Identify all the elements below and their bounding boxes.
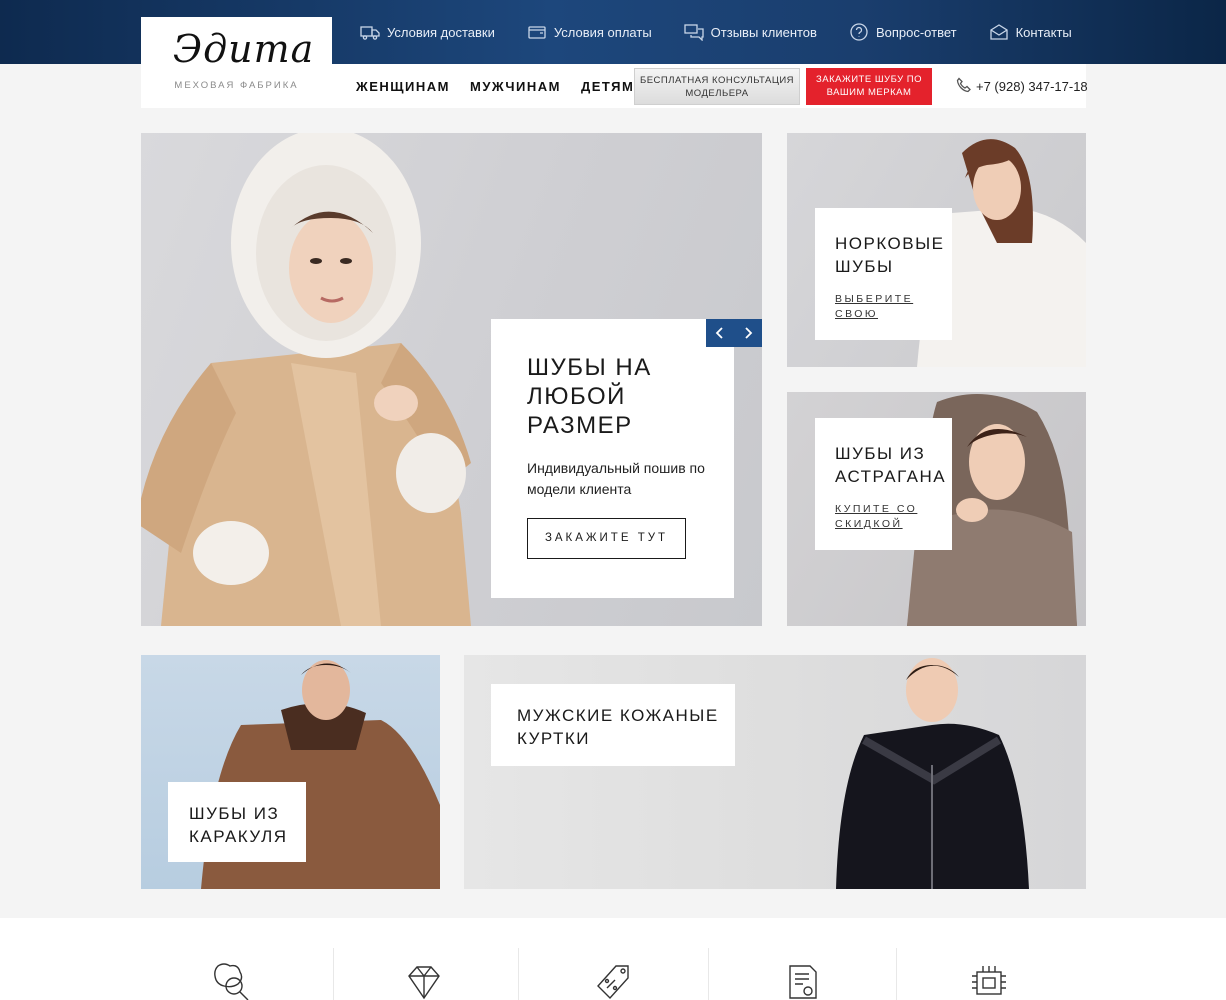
phone-number[interactable]: +7 (928) 347-17-18 xyxy=(956,64,1088,108)
payment-link-label: Условия оплаты xyxy=(553,24,652,40)
hero-title: ШУБЫ НА ЛЮБОЙ РАЗМЕР xyxy=(527,354,652,439)
nav-men[interactable]: МУЖЧИНАМ xyxy=(470,79,561,94)
divider xyxy=(518,948,519,1000)
chevron-left-icon xyxy=(715,327,723,339)
contacts-link[interactable]: Контакты xyxy=(989,22,1072,42)
chevron-right-icon xyxy=(745,327,753,339)
divider xyxy=(708,948,709,1000)
next-slide-button[interactable] xyxy=(734,319,762,347)
mink-coats-tile[interactable]: НОРКОВЫЕ ШУБЫ ВЫБЕРИТЕ СВОЮ xyxy=(787,133,1086,367)
hero-subtitle: Индивидуальный пошив по модели клиента xyxy=(527,460,705,497)
karakul-coats-tile[interactable]: ШУБЫ ИЗ КАРАКУЛЯ xyxy=(141,655,440,889)
faq-link[interactable]: Вопрос-ответ xyxy=(849,22,957,42)
mens-jackets-card: МУЖСКИЕ КОЖАНЫЕ КУРТКИ xyxy=(491,684,735,766)
astrakhan-link[interactable]: КУПИТЕ СО СКИДКОЙ xyxy=(835,502,952,532)
truck-icon xyxy=(360,22,380,42)
phone-icon xyxy=(956,77,976,96)
slider-arrows xyxy=(706,319,762,347)
nav-women[interactable]: ЖЕНЩИНАМ xyxy=(356,79,450,94)
hero-order-button[interactable]: ЗАКАЖИТЕ ТУТ xyxy=(527,518,686,559)
mink-link[interactable]: ВЫБЕРИТЕ СВОЮ xyxy=(835,292,952,322)
wallet-icon xyxy=(527,22,547,42)
reviews-link-label: Отзывы клиентов xyxy=(710,24,817,40)
mens-jackets-title: МУЖСКИЕ КОЖАНЫЕ КУРТКИ xyxy=(517,706,719,748)
delivery-link[interactable]: Условия доставки xyxy=(360,22,495,42)
hero-banner[interactable]: ШУБЫ НА ЛЮБОЙ РАЗМЕР Индивидуальный поши… xyxy=(141,133,762,626)
topbar-links: Условия доставки Условия оплаты Отзывы к… xyxy=(360,0,1104,64)
hero-card: ШУБЫ НА ЛЮБОЙ РАЗМЕР Индивидуальный поши… xyxy=(491,319,734,598)
payment-link[interactable]: Условия оплаты xyxy=(527,22,652,42)
mink-card: НОРКОВЫЕ ШУБЫ ВЫБЕРИТЕ СВОЮ xyxy=(815,208,952,340)
karakul-card: ШУБЫ ИЗ КАРАКУЛЯ xyxy=(168,782,306,862)
karakul-title: ШУБЫ ИЗ КАРАКУЛЯ xyxy=(189,804,288,846)
question-icon xyxy=(849,22,869,42)
discount-tag-icon xyxy=(592,962,634,1000)
logo[interactable]: Эдита МЕХОВАЯ ФАБРИКА xyxy=(141,17,332,108)
consultation-button[interactable]: БЕСПЛАТНАЯ КОНСУЛЬТАЦИЯ МОДЕЛЬЕРА xyxy=(634,68,800,105)
nav-kids[interactable]: ДЕТЯМ xyxy=(581,79,634,94)
logo-wordmark: Эдита xyxy=(173,27,315,71)
envelope-icon xyxy=(989,22,1009,42)
mens-jackets-tile[interactable]: МУЖСКИЕ КОЖАНЫЕ КУРТКИ xyxy=(464,655,1086,889)
faq-link-label: Вопрос-ответ xyxy=(875,24,957,40)
logo-subtitle: МЕХОВАЯ ФАБРИКА xyxy=(174,80,299,91)
leather-magnifier-icon xyxy=(210,962,252,1000)
phone-text: +7 (928) 347-17-18 xyxy=(976,78,1088,94)
main-nav: ЖЕНЩИНАМ МУЖЧИНАМ ДЕТЯМ xyxy=(356,64,654,108)
diamond-icon xyxy=(403,962,445,1000)
reviews-link[interactable]: Отзывы клиентов xyxy=(684,22,817,42)
astrakhan-title: ШУБЫ ИЗ АСТРАГАНА xyxy=(835,444,947,486)
custom-order-button[interactable]: ЗАКАЖИТЕ ШУБУ ПО ВАШИМ МЕРКАМ xyxy=(806,68,932,105)
astrakhan-card: ШУБЫ ИЗ АСТРАГАНА КУПИТЕ СО СКИДКОЙ xyxy=(815,418,952,550)
chip-icon xyxy=(968,962,1010,1000)
divider xyxy=(896,948,897,1000)
features-strip xyxy=(0,918,1226,1000)
delivery-link-label: Условия доставки xyxy=(387,24,495,40)
mink-title: НОРКОВЫЕ ШУБЫ xyxy=(835,234,945,276)
divider xyxy=(333,948,334,1000)
certificate-icon xyxy=(782,962,824,1000)
astrakhan-coats-tile[interactable]: ШУБЫ ИЗ АСТРАГАНА КУПИТЕ СО СКИДКОЙ xyxy=(787,392,1086,626)
prev-slide-button[interactable] xyxy=(706,319,734,347)
chat-icon xyxy=(684,22,704,42)
contacts-link-label: Контакты xyxy=(1015,24,1072,40)
